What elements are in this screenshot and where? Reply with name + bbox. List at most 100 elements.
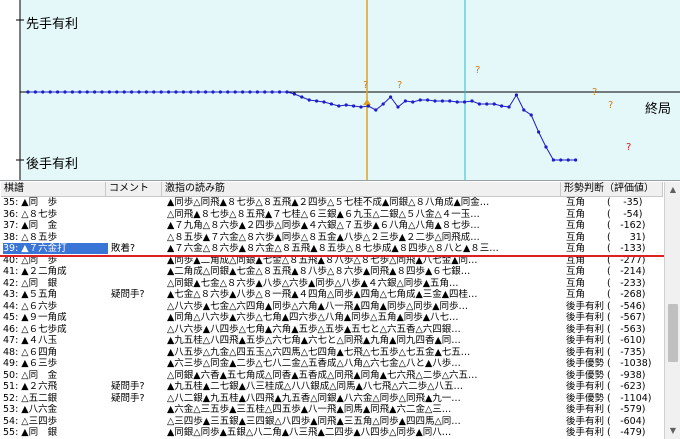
score-cell: ( -546) (607, 300, 646, 312)
move-cell: 42: △同 銀 (3, 277, 58, 289)
reading-cell: △同飛▲８七歩△８五飛▲７七桂△６三銀▲６九玉△二銀△５八金△４一玉… (167, 208, 480, 220)
evaluation-mark-icon: ? (608, 100, 613, 111)
data-point (137, 90, 141, 94)
evaluation-graph[interactable]: ?????? 先手有利 後手有利 終局 (0, 0, 680, 181)
move-cell: 36: △８七歩 (3, 208, 58, 220)
evaluation-cell: 互角 (566, 208, 586, 220)
score-cell: ( -579) (607, 404, 646, 415)
table-row[interactable]: 50: △同 金 △同銀▲六香▲五七角成△同香▲五香成△同飛▲同角▲七六飛△二歩△… (1, 370, 663, 381)
reading-cell: △三四歩▲三五銀▲三四銀△八四歩▲同飛▲三五角△同歩▲四四馬△同… (167, 415, 461, 427)
reading-cell: ▲二角成△同銀▲七金△８五飛▲８八歩△８六歩▲同飛▲８四歩▲６七銀… (167, 266, 471, 277)
header-comment[interactable]: コメント (106, 182, 162, 196)
data-point (537, 130, 541, 134)
table-row[interactable]: 37: ▲同 金 ▲７九角△８六歩▲２四歩△同歩▲４六銀△７五歩▲６八角△八角▲８… (1, 220, 663, 231)
data-point (455, 100, 459, 104)
score-cell: ( -623) (607, 381, 646, 392)
table-row[interactable]: 39: ▲７六金打 敗着? ▲７六金△８六歩▲８六金△８五飛▲８五歩△８七歩成▲８四… (1, 243, 663, 254)
scroll-up-icon[interactable]: ▲ (667, 184, 679, 196)
data-point (389, 95, 393, 99)
move-cell: 55: ▲同 銀 (3, 427, 58, 438)
data-point (470, 99, 474, 103)
move-list[interactable]: 棋譜 コメント 激指の読み筋 形勢判断（評価値） 35: ▲同 歩 ▲同歩△同飛▲… (0, 182, 680, 439)
move-cell: 45: ▲９一角成 (3, 312, 67, 323)
data-point (93, 90, 97, 94)
score-cell: ( -133) (607, 243, 646, 254)
scroll-down-icon[interactable]: ▼ (667, 425, 679, 437)
score-cell: ( -1038) (607, 358, 652, 369)
data-point (196, 90, 200, 94)
evaluation-cell: 後手有利 (566, 427, 605, 438)
evaluation-cell: 互角 (566, 220, 586, 231)
data-point (381, 102, 385, 106)
data-point (85, 90, 89, 94)
table-row[interactable]: 36: △８七歩 △同飛▲８七歩△８五飛▲７七桂△６三銀▲６九玉△二銀△５八金△４… (1, 209, 663, 220)
data-point (566, 158, 570, 162)
gote-advantage-label: 後手有利 (26, 157, 79, 172)
data-point (285, 90, 289, 94)
move-cell: 54: △三四歩 (3, 415, 58, 427)
data-point (307, 98, 311, 102)
table-row[interactable]: 43: ▲５五角 疑問手? ▲七金△８六歩▲八歩△８一飛▲４四角△同歩▲四角△七角成… (1, 289, 663, 300)
data-point (522, 108, 526, 112)
data-point (337, 104, 341, 108)
table-row[interactable]: 44: △６六歩 △八六歩▲七金△六四角▲同歩△六角▲八一飛▲四角▲同歩△同歩▲同… (1, 301, 663, 312)
table-row[interactable]: 48: △６四角 ▲八五歩△九金△四五玉△六四馬△七四角▲七飛△七五歩△七五金▲七… (1, 347, 663, 358)
evaluation-cell: 後手有利 (566, 300, 605, 312)
table-row[interactable]: 35: ▲同 歩 ▲同歩△同飛▲８七歩△８五飛▲２四歩△５七桂不成▲同銀△８八角成… (1, 197, 663, 208)
reading-cell: ▲六三歩△同金▲二歩△七八二金△五香成△八角△六七金△八と▲八歩… (167, 358, 461, 369)
data-point (33, 90, 38, 94)
reading-cell: ▲八五歩△九金△四五玉△六四馬△七四角▲七飛△七五歩△七五金▲七五… (167, 346, 471, 358)
data-point (418, 98, 422, 102)
score-cell: ( -214) (607, 266, 646, 277)
score-cell: ( -735) (607, 346, 646, 358)
data-point (463, 100, 467, 104)
table-row[interactable]: 41: ▲２二角成 ▲二角成△同銀▲七金△８五飛▲８八歩△８六歩▲同飛▲８四歩▲６… (1, 266, 663, 277)
table-row[interactable]: 38: △８五歩 △８五歩▲７六金△８六歩▲同歩△８五金▲八歩△２三歩▲２二歩△同… (1, 232, 663, 243)
vertical-scrollbar[interactable]: ▲ ▼ (664, 182, 680, 439)
table-row[interactable]: 46: △６七歩成 △八六歩▲八四歩△七角▲六角▲五歩△五歩▲五七と△六五香△六四… (1, 324, 663, 335)
data-point (233, 90, 237, 94)
score-cell: ( -604) (607, 415, 646, 427)
table-row[interactable]: 53: ▲八六金 ▲六金△三五歩▲三五桂△四五歩▲八一飛▲同馬▲同飛▲六二金△三…… (1, 404, 663, 415)
data-point (78, 90, 82, 94)
evaluation-cell: 互角 (566, 289, 586, 300)
reading-cell: ▲九五桂△八四飛▲五歩△六七角▲六七と△同飛▲九角▲同九四香▲同… (167, 335, 461, 346)
data-point (440, 99, 444, 103)
move-cell: 38: △８五歩 (3, 231, 58, 243)
data-point (529, 113, 533, 117)
table-row[interactable]: 54: △三四歩 △三四歩▲三五銀▲三四銀△八四歩▲同飛▲三五角△同歩▲四四馬△同… (1, 416, 663, 427)
data-point (248, 90, 252, 94)
evaluation-cell: 互角 (566, 231, 586, 243)
evaluation-cell: 後手有利 (566, 415, 605, 427)
game-end-label: 終局 (645, 102, 672, 117)
table-row[interactable]: 55: ▲同 銀 ▲同銀△同歩▲五銀△八二角▲八三飛▲二四歩▲八四歩△同歩▲同八…… (1, 427, 663, 438)
data-point (100, 90, 104, 94)
score-cell: ( 31) (607, 231, 646, 243)
data-point (218, 90, 222, 94)
reading-cell: △同銀▲七金△８六歩▲八歩△六歩▲同歩△八歩▲４六銀△同歩▲五角… (167, 277, 459, 289)
data-point (122, 90, 126, 94)
table-row[interactable]: 52: △五二銀 疑問手? △八二銀▲九五桂▲八四飛▲九五香△同銀▲八六金△同歩△同… (1, 393, 663, 404)
header-evaluation[interactable]: 形勢判断（評価値） (561, 182, 663, 196)
table-row[interactable]: 47: ▲４八玉 ▲九五桂△八四飛▲五歩△六七角▲六七と△同飛▲九角▲同九四香▲同… (1, 335, 663, 346)
table-row[interactable]: 45: ▲９一角成 ▲同角△八六歩▲六歩△七角▲四六歩△八角▲同歩△五角▲同歩▲八… (1, 312, 663, 323)
reading-cell: △同銀▲六香▲五七角成△同香▲五香成△同飛▲同角▲七六飛△二歩△六五… (167, 369, 478, 381)
graph-canvas[interactable]: ?????? (0, 0, 680, 180)
table-row[interactable]: 49: ▲６三歩 ▲六三歩△同金▲二歩△七八二金△五香成△八角△六七金△八と▲八歩… (1, 358, 663, 369)
reading-cell: △八二銀▲九五桂▲八四飛▲九五香△同銀▲八六金△同歩△同飛▲九一… (167, 392, 461, 404)
data-point (366, 104, 370, 108)
data-point (189, 90, 193, 94)
move-cell: 52: △五二銀 (3, 392, 58, 404)
evaluation-cell: 後手有利 (566, 381, 605, 392)
table-row[interactable]: 51: ▲２六飛 疑問手? ▲九五桂▲二七銀▲八三桂成△八八銀成△同馬▲八七飛△六二… (1, 381, 663, 392)
data-point (544, 145, 548, 149)
data-point (329, 102, 333, 106)
graph-background (20, 0, 680, 180)
evaluation-cell: 後手有利 (566, 323, 605, 335)
header-record[interactable]: 棋譜 (1, 182, 106, 196)
data-point (507, 105, 511, 109)
evaluation-cell: 後手有利 (566, 312, 605, 323)
scroll-thumb[interactable] (668, 304, 678, 362)
table-row[interactable]: 42: △同 銀 △同銀▲七金△８六歩▲八歩△六歩▲同歩△八歩▲４六銀△同歩▲五角… (1, 278, 663, 289)
header-reading[interactable]: 激指の読み筋 (162, 182, 561, 196)
